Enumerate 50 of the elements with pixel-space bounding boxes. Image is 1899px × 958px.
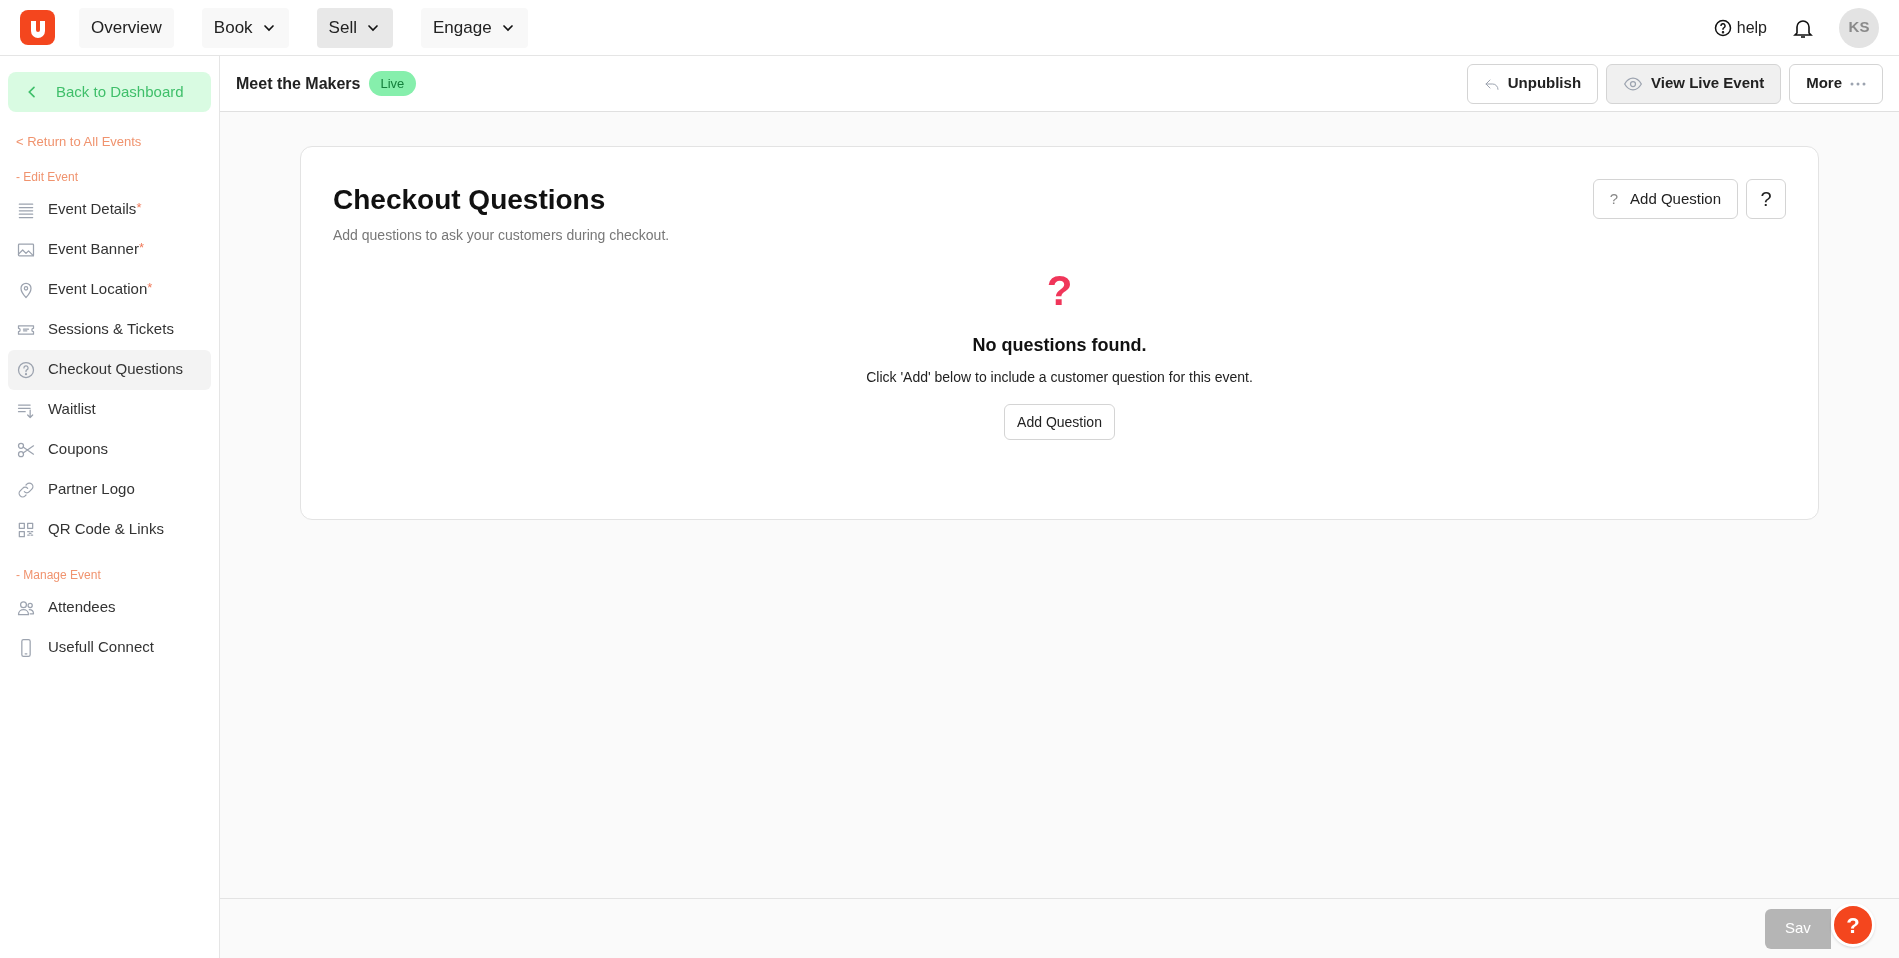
sidebar-label: Coupons: [48, 439, 109, 460]
event-title: Meet the Makers: [236, 73, 361, 94]
sidebar-item[interactable]: Waitlist: [8, 389, 211, 430]
sidebar-label: Usefull Connect: [48, 637, 154, 658]
nav-tab[interactable]: Overview: [79, 7, 174, 48]
section-heading: - Manage Event: [16, 566, 102, 584]
add-question-button[interactable]: ? Add Question: [1592, 179, 1738, 219]
section-heading: - Edit Event: [16, 168, 80, 186]
help-icon: [1712, 17, 1733, 38]
header-action-button[interactable]: View Live Event: [1606, 63, 1782, 104]
required-mark: *: [136, 198, 142, 217]
sidebar-label: Partner Logo: [48, 479, 135, 500]
empty-title: No questions found.: [972, 334, 1147, 357]
sidebar-item[interactable]: Attendees: [8, 587, 211, 628]
sidebar-item[interactable]: Partner Logo: [8, 469, 211, 510]
sidebar-label: Sessions & Tickets: [48, 319, 174, 340]
sidebar-item[interactable]: Event Details*: [8, 189, 211, 230]
sidebar-item[interactable]: Sessions & Tickets: [8, 309, 211, 350]
required-mark: *: [138, 238, 144, 257]
nav-tab[interactable]: Engage: [420, 7, 528, 48]
sidebar-label: Attendees: [48, 597, 116, 618]
sidebar-item[interactable]: QR Code & Links: [8, 509, 211, 550]
sidebar-label: Waitlist: [48, 399, 96, 420]
question-mark-icon: ?: [1046, 270, 1073, 312]
nav-tab[interactable]: Sell: [316, 7, 393, 48]
logo[interactable]: [20, 10, 55, 45]
add-question-button[interactable]: Add Question: [1004, 404, 1115, 440]
question-mark-icon: ?: [1609, 187, 1619, 211]
header-action-button[interactable]: More: [1789, 63, 1883, 104]
nav-tab[interactable]: Book: [201, 7, 289, 48]
help-button[interactable]: ?: [1746, 179, 1786, 219]
header-action-button[interactable]: Unpublish: [1466, 63, 1599, 104]
sidebar-label: Checkout Questions: [48, 359, 184, 380]
page-subtitle: Add questions to ask your customers during checkout.: [333, 226, 670, 245]
sidebar-item[interactable]: Coupons: [8, 429, 211, 470]
status-badge: Live: [368, 70, 417, 97]
sidebar-item[interactable]: Usefull Connect: [8, 627, 211, 668]
sidebar-item[interactable]: Checkout Questions: [8, 349, 211, 390]
sidebar-label: QR Code & Links: [48, 519, 164, 540]
sidebar-label: Event Details: [48, 199, 137, 220]
sidebar-item[interactable]: Event Banner*: [8, 229, 211, 270]
page-title: Checkout Questions: [333, 183, 607, 217]
empty-message: Click 'Add' below to include a customer question for this event.: [866, 368, 1253, 387]
sidebar-item[interactable]: Event Location*: [8, 269, 211, 310]
required-mark: *: [147, 278, 153, 297]
sidebar-label: Event Banner: [48, 239, 139, 260]
sidebar-label: Event Location: [48, 279, 148, 300]
question-circle-icon: [16, 359, 36, 380]
help-link[interactable]: help: [1712, 15, 1767, 40]
help-bubble-button[interactable]: ?: [1831, 903, 1875, 947]
